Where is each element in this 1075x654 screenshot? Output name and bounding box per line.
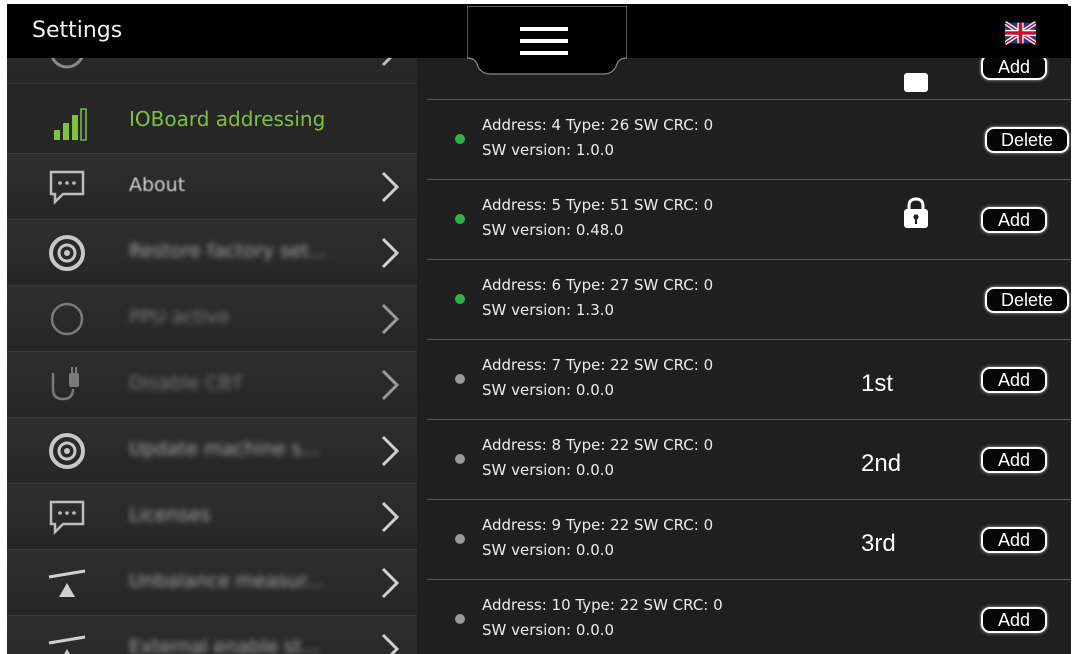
chevron-right-icon bbox=[381, 567, 400, 599]
order-annotation: 2nd bbox=[861, 450, 902, 477]
chevron-right-icon bbox=[381, 303, 400, 335]
speech-bubble-icon bbox=[49, 500, 85, 536]
list-row-address-9: Address: 9 Type: 22 SW CRC: 0 SW version… bbox=[427, 499, 1071, 579]
status-dot bbox=[455, 294, 465, 304]
device-screen: Settings IOBoard addressing About Restor… bbox=[7, 6, 1071, 654]
sidebar-item-label: External enable st... bbox=[129, 636, 320, 654]
uk-flag-icon[interactable] bbox=[1005, 20, 1036, 46]
row-details: Address: 4 Type: 26 SW CRC: 0 bbox=[482, 116, 714, 134]
row-details: Address: 8 Type: 22 SW CRC: 0 bbox=[482, 436, 714, 454]
row-sw-version: SW version: 1.0.0 bbox=[482, 141, 615, 159]
row-details: Address: 5 Type: 51 SW CRC: 0 bbox=[482, 196, 714, 214]
sidebar-item-update-machine-software[interactable]: Update machine s... bbox=[7, 418, 417, 484]
lock-icon bbox=[904, 197, 928, 228]
add-button[interactable]: Add bbox=[981, 527, 1047, 553]
chevron-right-icon bbox=[381, 435, 400, 467]
sidebar-item-label: Disable CBT bbox=[129, 372, 244, 394]
lock-icon bbox=[904, 73, 928, 92]
sidebar-item-label: About bbox=[129, 174, 186, 196]
balance-icon bbox=[48, 569, 86, 597]
add-button[interactable]: Add bbox=[981, 607, 1047, 633]
row-sw-version: SW version: 0.48.0 bbox=[482, 221, 624, 239]
sidebar-item-ioboard-addressing[interactable]: IOBoard addressing bbox=[7, 84, 417, 154]
status-dot bbox=[455, 614, 465, 624]
chevron-right-icon bbox=[381, 501, 400, 533]
menu-tab-shape bbox=[467, 6, 627, 75]
restore-icon bbox=[49, 235, 85, 271]
menu-tab[interactable] bbox=[467, 6, 627, 76]
plug-icon bbox=[51, 367, 79, 401]
sidebar-item-ppu-active[interactable]: PPU active bbox=[7, 286, 417, 352]
chevron-right-icon bbox=[381, 237, 400, 269]
chevron-right-icon bbox=[381, 171, 400, 203]
status-dot bbox=[455, 214, 465, 224]
status-dot bbox=[455, 454, 465, 464]
sidebar-item-label: Update machine s... bbox=[129, 438, 320, 460]
order-annotation: 3rd bbox=[861, 530, 896, 557]
row-sw-version: SW version: 0.0.0 bbox=[482, 461, 615, 479]
sidebar-item-label: Restore factory set... bbox=[129, 240, 328, 262]
sidebar-item-licenses[interactable]: Licenses bbox=[7, 484, 417, 550]
row-details: Address: 6 Type: 27 SW CRC: 0 bbox=[482, 276, 714, 294]
row-details: Address: 9 Type: 22 SW CRC: 0 bbox=[482, 516, 714, 534]
row-sw-version: SW version: 1.3.0 bbox=[482, 301, 615, 319]
signal-bars-icon bbox=[54, 108, 87, 141]
row-details: Address: 7 Type: 22 SW CRC: 0 bbox=[482, 356, 714, 374]
update-icon bbox=[49, 433, 85, 469]
sidebar-item-disable-cbt[interactable]: Disable CBT bbox=[7, 352, 417, 418]
list-row-address-4: Address: 4 Type: 26 SW CRC: 0 SW version… bbox=[427, 99, 1071, 179]
add-button[interactable]: Add bbox=[981, 207, 1047, 233]
sidebar-item-label: Unbalance measur... bbox=[129, 570, 324, 592]
order-annotation: 1st bbox=[861, 370, 894, 397]
sidebar-item-label: PPU active bbox=[129, 306, 230, 328]
list-row-address-8: Address: 8 Type: 22 SW CRC: 0 SW version… bbox=[427, 419, 1071, 499]
settings-sidebar: IOBoard addressing About Restore factory… bbox=[7, 18, 417, 654]
page-title: Settings bbox=[32, 18, 123, 43]
ioboard-list: Add Address: 4 Type: 26 SW CRC: 0 SW ver… bbox=[417, 54, 1071, 654]
status-dot bbox=[455, 534, 465, 544]
sidebar-item-external-enable[interactable]: External enable st... bbox=[7, 616, 417, 654]
speech-bubble-icon bbox=[49, 170, 85, 206]
sidebar-item-label: IOBoard addressing bbox=[129, 107, 326, 131]
row-sw-version: SW version: 0.0.0 bbox=[482, 541, 615, 559]
sidebar-item-unbalance-measurement[interactable]: Unbalance measur... bbox=[7, 550, 417, 616]
row-sw-version: SW version: 0.0.0 bbox=[482, 621, 615, 639]
status-dot bbox=[455, 374, 465, 384]
delete-button[interactable]: Delete bbox=[985, 127, 1069, 153]
chevron-right-icon bbox=[381, 369, 400, 401]
row-sw-version: SW version: 0.0.0 bbox=[482, 381, 615, 399]
balance-icon bbox=[48, 635, 86, 654]
add-button[interactable]: Add bbox=[981, 367, 1047, 393]
sidebar-item-about[interactable]: About bbox=[7, 154, 417, 220]
sidebar-item-restore-factory-settings[interactable]: Restore factory set... bbox=[7, 220, 417, 286]
circle-icon bbox=[50, 302, 84, 336]
list-row-address-10: Address: 10 Type: 22 SW CRC: 0 SW versio… bbox=[427, 579, 1071, 654]
chevron-right-icon bbox=[381, 633, 400, 654]
list-row-address-7: Address: 7 Type: 22 SW CRC: 0 SW version… bbox=[427, 339, 1071, 419]
row-details: Address: 10 Type: 22 SW CRC: 0 bbox=[482, 596, 723, 614]
list-row-address-5: Address: 5 Type: 51 SW CRC: 0 SW version… bbox=[427, 179, 1071, 259]
list-row-address-6: Address: 6 Type: 27 SW CRC: 0 SW version… bbox=[427, 259, 1071, 339]
add-button[interactable]: Add bbox=[981, 447, 1047, 473]
sidebar-item-label: Licenses bbox=[129, 504, 211, 526]
delete-button[interactable]: Delete bbox=[985, 287, 1069, 313]
status-dot bbox=[455, 134, 465, 144]
screenshot-frame: Settings IOBoard addressing About Restor… bbox=[0, 0, 1075, 654]
